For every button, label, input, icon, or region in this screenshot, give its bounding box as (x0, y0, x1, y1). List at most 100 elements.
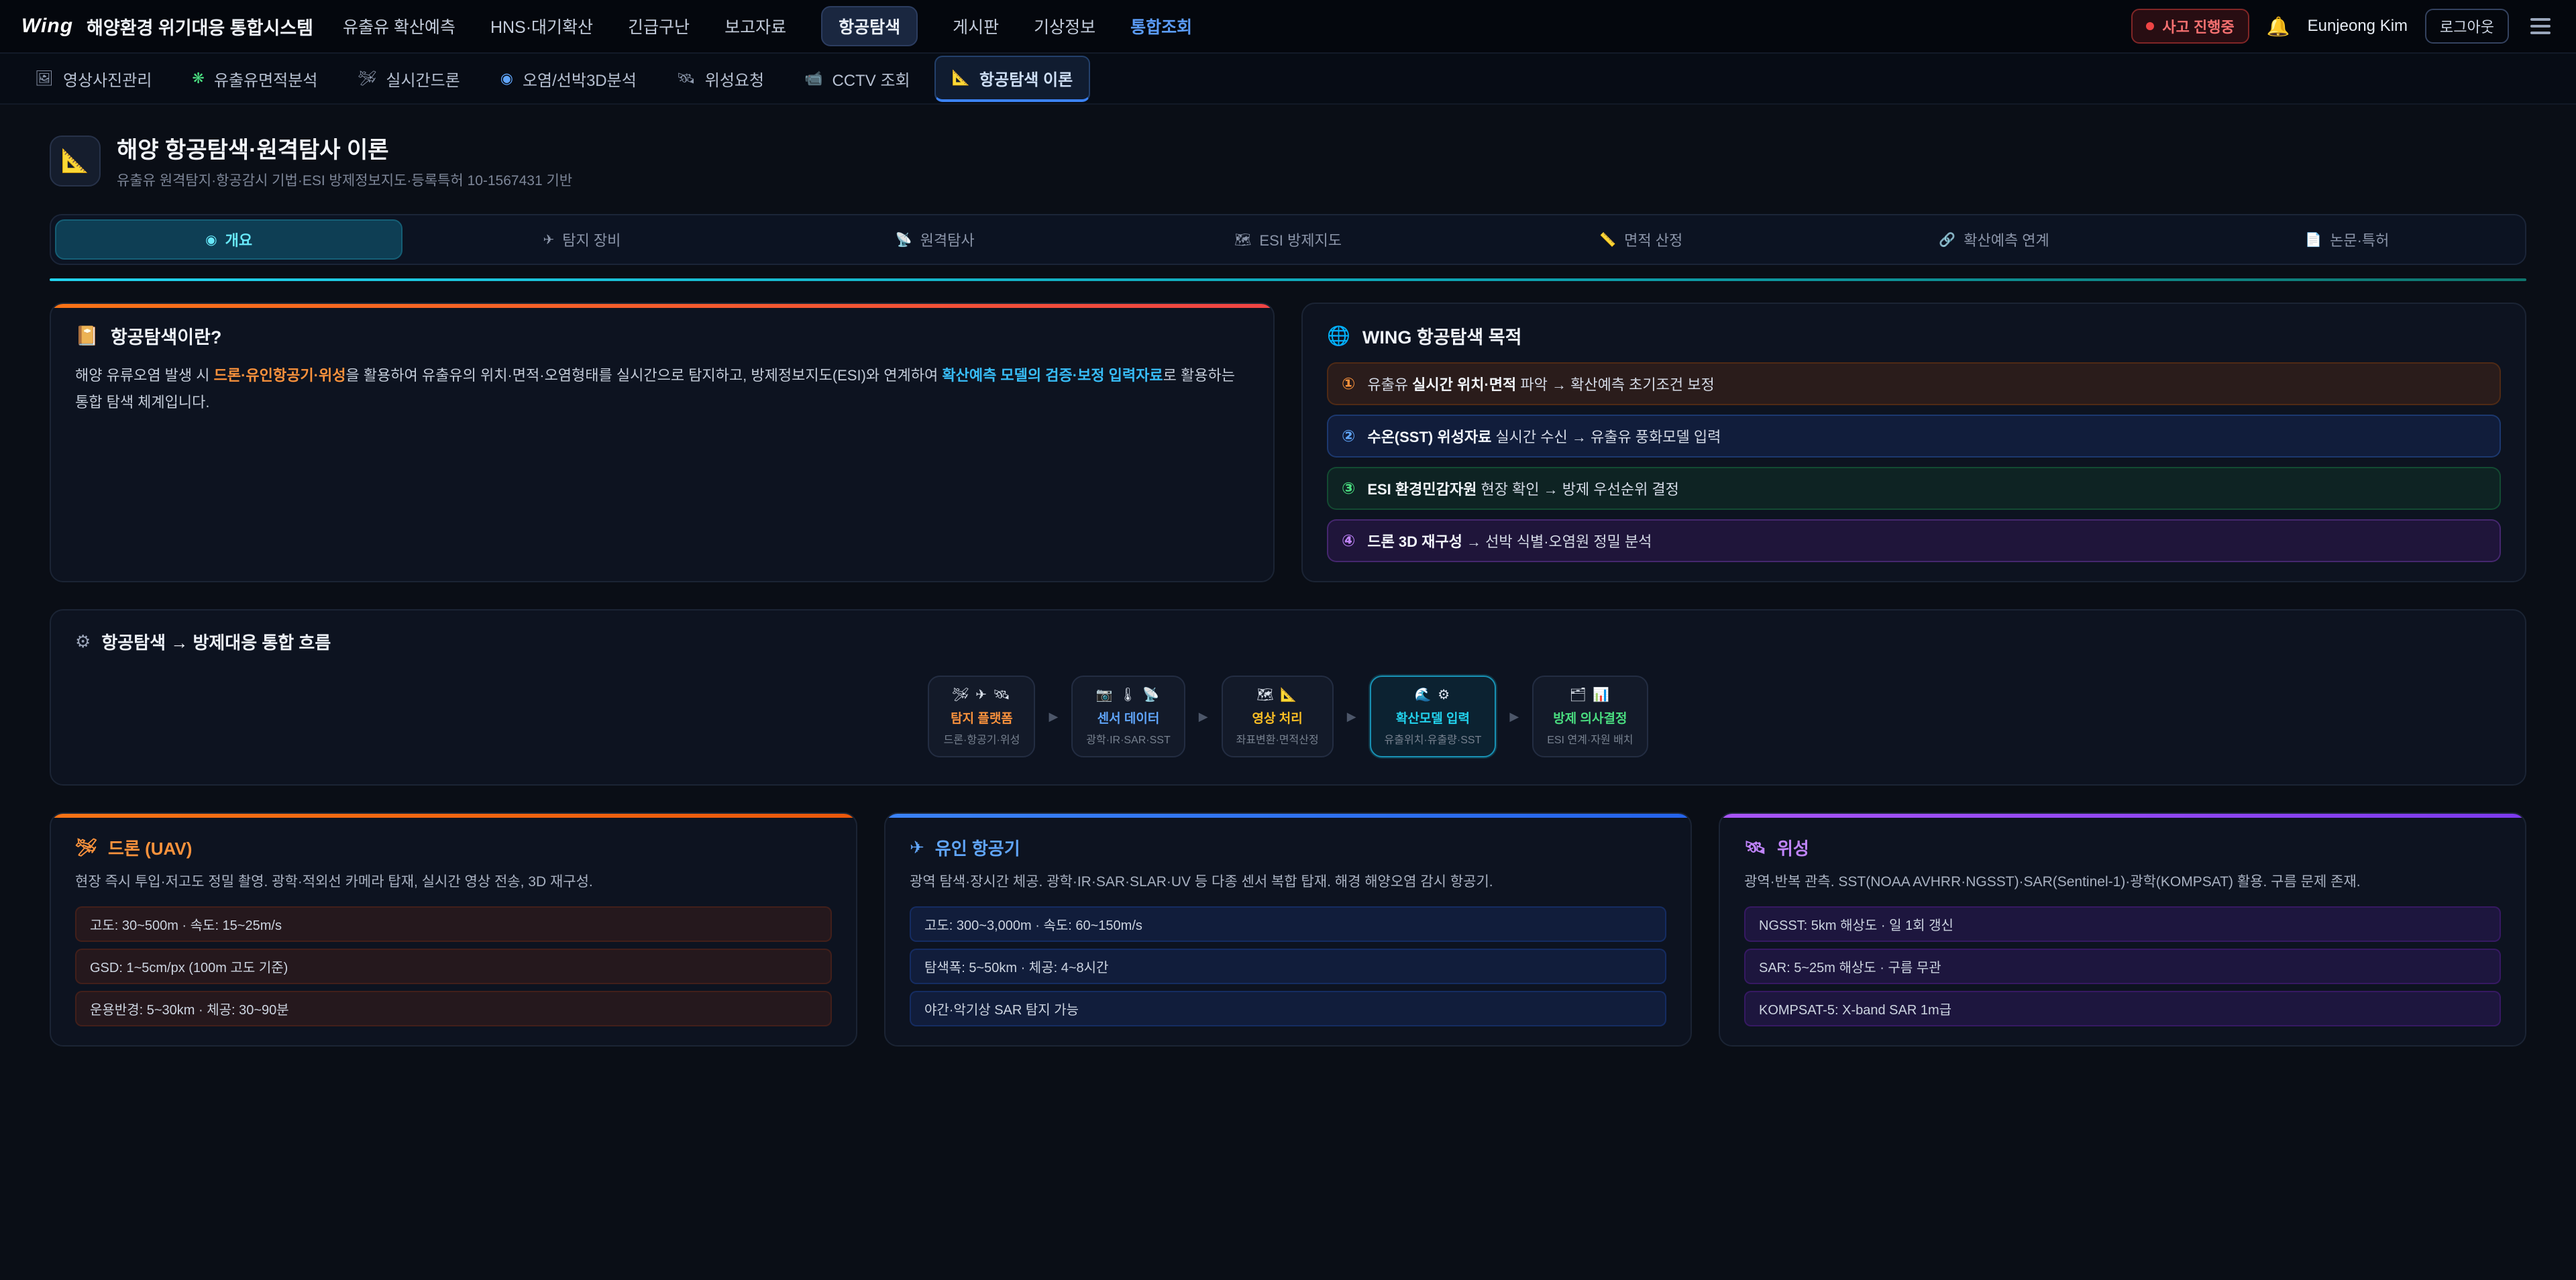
aircraft-icon: ✈ (910, 837, 924, 858)
topbar-right: 사고 진행중 🔔 Eunjeong Kim 로그아웃 (2131, 9, 2555, 44)
page-header-ruler-icon: 📐 (50, 136, 101, 186)
spec-list: 고도: 300~3,000m · 속도: 60~150m/s 탐색폭: 5~50… (910, 906, 1666, 1026)
status-dot-icon (2146, 22, 2154, 30)
platform-icons: 🛩 ✈ 🛰 (943, 686, 1020, 703)
flow-arrow-icon: ▶ (1049, 710, 1058, 724)
subtab-satellite-request[interactable]: 🛰 위성요청 (661, 58, 780, 100)
tab-remote-sensing[interactable]: 📡 원격탐사 (761, 219, 1109, 260)
nav-integrated-search[interactable]: 통합조회 (1130, 14, 1192, 38)
subtab-label: 유출유면적분석 (214, 67, 318, 91)
map-icon: 🗺 (1234, 231, 1251, 248)
tab-papers-patents[interactable]: 📄 논문·특허 (2174, 219, 2521, 260)
spec-row: 고도: 300~3,000m · 속도: 60~150m/s (910, 906, 1666, 942)
subtab-oil-area-analysis[interactable]: ❋ 유출유면적분석 (176, 58, 333, 100)
spec-row: 고도: 30~500m · 속도: 15~25m/s (75, 906, 832, 942)
tab-label: 원격탐사 (920, 229, 975, 250)
app-title: 해양환경 위기대응 통합시스템 (87, 13, 313, 40)
logout-button[interactable]: 로그아웃 (2425, 9, 2509, 44)
purpose-list: ① 유출유 실시간 위치·면적 파악 → 확산예측 초기조건 보정 ② 수온(S… (1327, 362, 2501, 562)
purpose-item-position-area: ① 유출유 실시간 위치·면적 파악 → 확산예측 초기조건 보정 (1327, 362, 2501, 405)
notebook-icon: 📔 (75, 325, 99, 347)
spec-row: 운용반경: 5~30km · 체공: 30~90분 (75, 991, 832, 1026)
subtab-cctv-view[interactable]: 📹 CCTV 조회 (788, 58, 926, 100)
tab-overview[interactable]: ◉ 개요 (55, 219, 402, 260)
tab-label: 탐지 장비 (562, 229, 621, 250)
section-tab-bar: ◉ 개요 ✈ 탐지 장비 📡 원격탐사 🗺 ESI 방제지도 📏 면적 산정 🔗 (50, 214, 2526, 265)
flow-arrow-icon: ▶ (1509, 710, 1519, 724)
sphere-3d-icon: ◉ (500, 70, 513, 87)
tab-label: ESI 방제지도 (1259, 229, 1342, 250)
flow-step-subtitle: 좌표변환·면적산정 (1236, 731, 1319, 747)
subtab-label: 항공탐색 이론 (979, 66, 1073, 90)
globe-icon: 🌐 (1327, 325, 1350, 347)
flow-step-title: 탐지 플랫폼 (943, 708, 1020, 727)
ruler-icon: 📏 (1599, 231, 1616, 248)
platform-card-manned-aircraft: ✈ 유인 항공기 광역 탐색·장시간 체공. 광학·IR·SAR·SLAR·UV… (884, 812, 1692, 1047)
purpose-item-text: 드론 3D 재구성 → 선박 식별·오염원 정밀 분석 (1367, 530, 1652, 551)
flow-title: 항공탐색 → 방제대응 통합 흐름 (101, 629, 331, 654)
intro-highlight-model-input: 확산예측 모델의 검증·보정 입력자료 (942, 367, 1163, 384)
incident-status-label: 사고 진행중 (2162, 15, 2234, 37)
intro-paragraph: 해양 유류오염 발생 시 드론·유인항공기·위성을 활용하여 유출유의 위치·면… (75, 362, 1249, 415)
circled-number-icon: ③ (1342, 479, 1355, 498)
purpose-item-text: 수온(SST) 위성자료 실시간 수신 → 유출유 풍화모델 입력 (1367, 425, 1721, 447)
tab-detection-equipment[interactable]: ✈ 탐지 장비 (408, 219, 755, 260)
sensor-icons: 📷 🌡 📡 (1086, 686, 1170, 703)
subtab-pollution-ship-3d[interactable]: ◉ 오염/선박3D분석 (484, 58, 653, 100)
subtab-aerial-search-theory[interactable]: 📐 항공탐색 이론 (934, 56, 1091, 102)
theory-chart-icon: 📐 (952, 69, 970, 87)
aircraft-card-accent (885, 814, 1690, 818)
flow-step-diffusion-model-input: 🌊 ⚙ 확산모델 입력 유출위치·유출량·SST (1370, 676, 1497, 757)
platform-card-title: 위성 (1777, 835, 1809, 860)
purpose-item-drone-3d: ④ 드론 3D 재구성 → 선박 식별·오염원 정밀 분석 (1327, 519, 2501, 562)
photo-icon: 🖼 (35, 70, 54, 87)
platform-card-satellite: 🛰 위성 광역·반복 관측. SST(NOAA AVHRR·NGSST)·SAR… (1719, 812, 2526, 1047)
platform-card-description: 광역 탐색·장시간 체공. 광학·IR·SAR·SLAR·UV 등 다종 센서 … (910, 871, 1666, 894)
tab-prediction-link[interactable]: 🔗 확산예측 연계 (1820, 219, 2167, 260)
flow-step-subtitle: 광학·IR·SAR·SST (1086, 731, 1170, 747)
platform-cards-row: 🛩 드론 (UAV) 현장 즉시 투입·저고도 정밀 촬영. 광학·적외선 카메… (50, 812, 2526, 1047)
aircraft-icon: ✈ (543, 231, 555, 248)
intro-text-segment: 을 활용하여 유출유의 위치·면적·오염형태를 실시간으로 탐지하고, 방제정보… (345, 367, 942, 384)
spec-row: NGSST: 5km 해상도 · 일 1회 갱신 (1744, 906, 2501, 942)
purpose-item-sst: ② 수온(SST) 위성자료 실시간 수신 → 유출유 풍화모델 입력 (1327, 415, 2501, 458)
circled-number-icon: ④ (1342, 531, 1355, 551)
nav-emergency-rescue[interactable]: 긴급구난 (628, 14, 690, 38)
subtab-image-photo-management[interactable]: 🖼 영상사진관리 (19, 58, 168, 100)
nav-weather-info[interactable]: 기상정보 (1034, 14, 1095, 38)
intro-card-title: 항공탐색이란? (111, 323, 222, 349)
nav-aerial-search[interactable]: 항공탐색 (821, 6, 918, 46)
subtab-realtime-drone[interactable]: 🛩 실시간드론 (341, 58, 476, 100)
menu-icon[interactable] (2526, 14, 2555, 38)
nav-board[interactable]: 게시판 (953, 14, 999, 38)
flow-diagram: 🛩 ✈ 🛰 탐지 플랫폼 드론·항공기·위성 ▶ 📷 🌡 📡 센서 데이터 광학… (75, 676, 2501, 757)
gear-icon: ⚙ (75, 631, 91, 652)
spec-row: 야간·악기상 SAR 탐지 가능 (910, 991, 1666, 1026)
flow-header: ⚙ 항공탐색 → 방제대응 통합 흐름 (75, 629, 2501, 654)
brand[interactable]: Wing 해양환경 위기대응 통합시스템 (21, 13, 313, 40)
incident-status-badge[interactable]: 사고 진행중 (2131, 9, 2249, 44)
flow-card: ⚙ 항공탐색 → 방제대응 통합 흐름 🛩 ✈ 🛰 탐지 플랫폼 드론·항공기·… (50, 609, 2526, 786)
notifications-bell-icon[interactable]: 🔔 (2267, 15, 2290, 38)
drone-icon: 🛩 (75, 837, 97, 858)
drone-card-accent (51, 814, 856, 818)
nav-reports[interactable]: 보고자료 (724, 14, 786, 38)
nav-oil-spill-prediction[interactable]: 유출유 확산예측 (343, 14, 455, 38)
drone-icon: 🛩 (358, 70, 376, 87)
flow-step-title: 영상 처리 (1236, 708, 1319, 727)
purpose-card-header: 🌐 WING 항공탐색 목적 (1327, 323, 2501, 349)
tab-label: 면적 산정 (1624, 229, 1682, 250)
flow-step-title: 확산모델 입력 (1385, 708, 1482, 727)
overview-icon: ◉ (205, 231, 217, 248)
intro-card-accent (51, 304, 1273, 308)
nav-hns-atmospheric[interactable]: HNS·대기확산 (490, 14, 593, 38)
section-accent-divider (50, 278, 2526, 281)
page-subtitle: 유출유 원격탐지·항공감시 기법·ESI 방제정보지도·등록특허 10-1567… (117, 170, 572, 190)
subtab-label: 실시간드론 (386, 67, 460, 91)
circled-number-icon: ① (1342, 374, 1355, 394)
spec-row: GSD: 1~5cm/px (100m 고도 기준) (75, 949, 832, 984)
tab-esi-map[interactable]: 🗺 ESI 방제지도 (1114, 219, 1462, 260)
tab-area-calculation[interactable]: 📏 면적 산정 (1467, 219, 1815, 260)
flow-step-sensor-data: 📷 🌡 📡 센서 데이터 광학·IR·SAR·SST (1071, 676, 1185, 757)
flow-step-detection-platform: 🛩 ✈ 🛰 탐지 플랫폼 드론·항공기·위성 (928, 676, 1035, 757)
